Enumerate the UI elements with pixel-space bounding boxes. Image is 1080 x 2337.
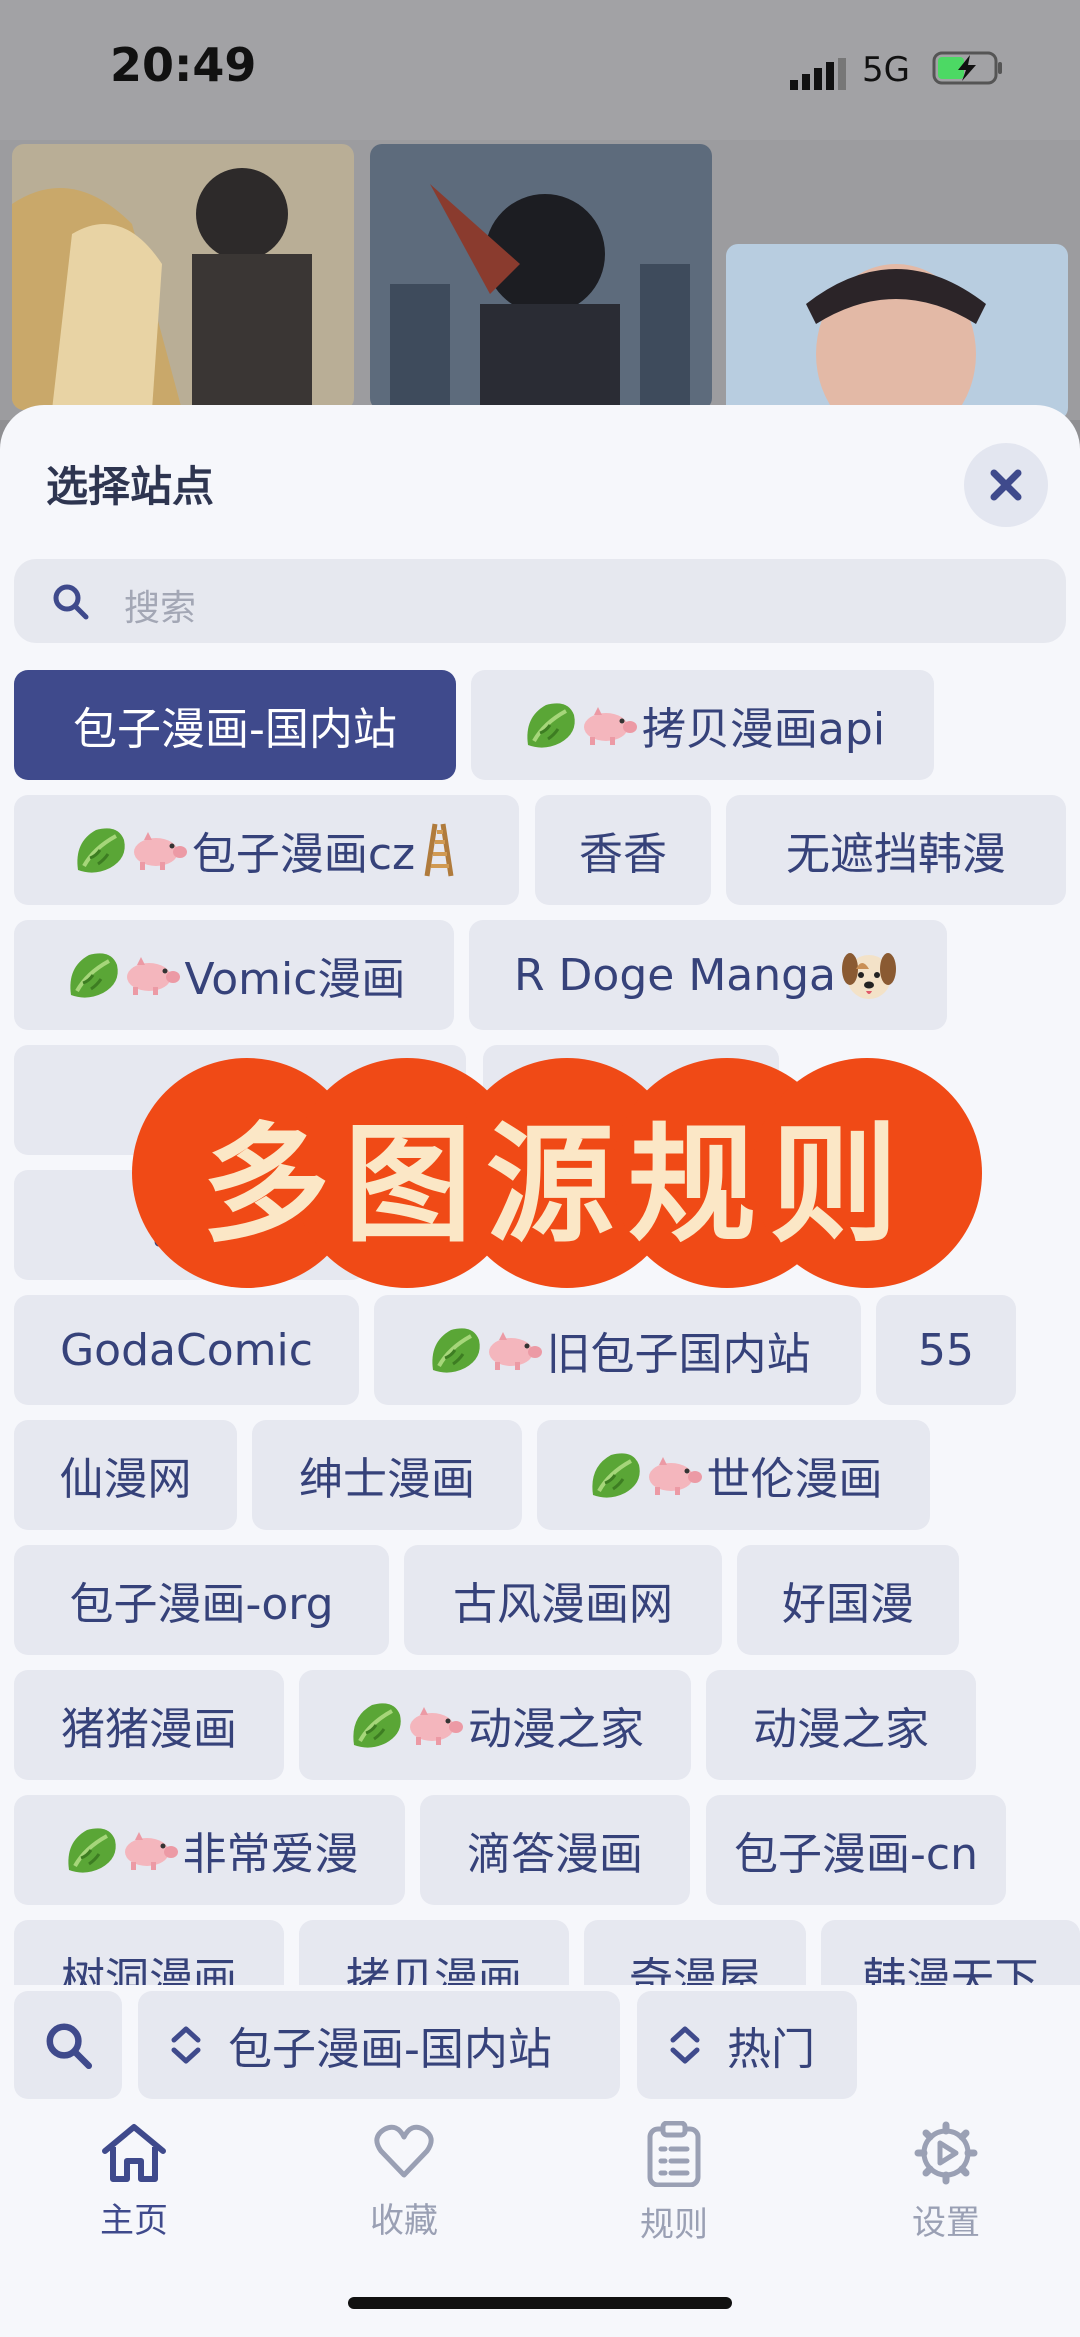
category-selector-button[interactable]: 热门 — [637, 1991, 857, 2099]
site-chip-label: 非常爱漫 — [182, 1829, 359, 1880]
clipboard-icon — [647, 2121, 701, 2187]
tab-rules[interactable]: 规则 — [594, 2121, 754, 2246]
site-chip-label: 仙漫网 — [59, 1454, 192, 1505]
tab-home[interactable]: 主页 — [54, 2121, 214, 2242]
search-placeholder: 搜索 — [124, 588, 197, 629]
manga-cover[interactable] — [726, 244, 1068, 420]
site-chip[interactable]: 旧包子国内站 — [374, 1295, 861, 1405]
site-chip[interactable]: 动漫之家 — [299, 1670, 691, 1780]
site-chip[interactable]: 绅士漫画 — [252, 1420, 522, 1530]
site-chip[interactable]: 动漫之家 — [706, 1670, 976, 1780]
site-selector-button[interactable]: 包子漫画-国内站 — [138, 1991, 620, 2099]
bottom-action-bar: 包子漫画-国内站 热门 — [0, 1985, 1080, 2105]
close-icon — [990, 469, 1022, 501]
tab-favorites[interactable]: 收藏 — [324, 2121, 484, 2242]
heart-icon — [374, 2124, 434, 2178]
site-chip[interactable]: 包子漫画-org — [14, 1545, 389, 1655]
home-icon — [102, 2124, 166, 2182]
site-chip[interactable]: Vomic漫画 — [14, 920, 454, 1030]
sheet-title: 选择站点 — [46, 462, 215, 511]
site-chip[interactable]: 香香 — [535, 795, 711, 905]
site-chip-label: 绅士漫画 — [299, 1454, 475, 1505]
lettuce-pig-emoji-icon — [70, 822, 188, 878]
site-chip[interactable]: GodaComic — [14, 1295, 359, 1405]
ladder-emoji-icon — [419, 822, 459, 878]
site-chip[interactable]: 仙漫网 — [14, 1420, 237, 1530]
manga-cover[interactable] — [370, 144, 712, 410]
site-chip[interactable]: 猪猪漫画 — [14, 1670, 284, 1780]
site-chip-label: GodaComic — [60, 1324, 313, 1376]
site-chip-selected[interactable]: 包子漫画-国内站 — [14, 670, 456, 780]
site-chip[interactable]: 包子漫画-cn — [706, 1795, 1006, 1905]
banner-text: 多图源规则 — [201, 1110, 912, 1260]
battery-charging-icon — [932, 51, 1002, 85]
tab-label: 主页 — [100, 2201, 168, 2241]
promo-banner: 多图源规则 — [132, 1058, 982, 1288]
tab-settings[interactable]: 设置 — [866, 2121, 1026, 2244]
home-indicator — [348, 2297, 732, 2309]
site-chip-label: Vomic漫画 — [184, 954, 406, 1005]
site-chip-label: 无遮挡韩漫 — [786, 829, 1006, 880]
site-chip-label: 拷贝漫画api — [641, 704, 886, 755]
manga-cover-strip — [0, 140, 1080, 420]
search-field[interactable]: 搜索 — [14, 559, 1066, 643]
site-chip-label: 包子漫画-org — [69, 1579, 334, 1630]
site-chip[interactable]: 古风漫画网 — [404, 1545, 722, 1655]
site-chip[interactable]: R Doge Manga — [469, 920, 947, 1030]
site-chip[interactable]: 拷贝漫画api — [471, 670, 934, 780]
site-selector-label: 包子漫画-国内站 — [228, 2024, 552, 2075]
tab-label: 设置 — [912, 2203, 980, 2243]
site-chip[interactable]: 滴答漫画 — [420, 1795, 690, 1905]
chevron-up-down-icon — [171, 2026, 201, 2064]
site-chip-label: 包子漫画cz — [191, 829, 416, 880]
dog-emoji-icon — [840, 947, 898, 1003]
lettuce-pig-emoji-icon — [585, 1447, 703, 1503]
close-button[interactable] — [964, 443, 1048, 527]
site-chip-label: 古风漫画网 — [453, 1579, 673, 1630]
search-icon — [53, 584, 89, 620]
tab-label: 收藏 — [370, 2201, 438, 2241]
chevron-up-down-icon — [670, 2026, 700, 2064]
category-selector-label: 热门 — [727, 2024, 815, 2075]
site-chip[interactable]: 非常爱漫 — [14, 1795, 405, 1905]
site-chip[interactable]: 好国漫 — [737, 1545, 959, 1655]
site-chip[interactable]: 55 — [876, 1295, 1016, 1405]
site-chip[interactable]: 包子漫画cz — [14, 795, 519, 905]
status-bar: 20:49 5G — [0, 0, 1080, 140]
site-chip-label: 滴答漫画 — [467, 1829, 643, 1880]
lettuce-pig-emoji-icon — [346, 1697, 464, 1753]
search-icon — [46, 2023, 93, 2070]
lettuce-pig-emoji-icon — [61, 1822, 179, 1878]
site-chip-label: 世伦漫画 — [706, 1454, 883, 1505]
lettuce-pig-emoji-icon — [425, 1322, 543, 1378]
lettuce-pig-emoji-icon — [63, 947, 181, 1003]
lettuce-pig-emoji-icon — [520, 697, 638, 753]
site-chip-label: 香香 — [579, 829, 667, 880]
status-time: 20:49 — [110, 38, 257, 92]
site-chip[interactable]: 世伦漫画 — [537, 1420, 930, 1530]
site-chip[interactable]: 无遮挡韩漫 — [726, 795, 1066, 905]
search-button[interactable] — [14, 1991, 122, 2099]
tab-label: 规则 — [640, 2205, 708, 2245]
site-chip-label: 包子漫画-cn — [734, 1829, 978, 1880]
site-chip-label: 55 — [918, 1324, 974, 1376]
gear-icon — [914, 2121, 978, 2185]
site-chip-label: 好国漫 — [782, 1579, 914, 1630]
signal-icon — [790, 58, 846, 90]
site-chip-label: R Doge Manga — [513, 949, 837, 1001]
manga-cover[interactable] — [12, 144, 354, 410]
site-chip-label: 包子漫画-国内站 — [73, 704, 397, 755]
network-type: 5G — [862, 50, 910, 90]
site-chip-label: 猪猪漫画 — [61, 1704, 237, 1755]
site-chip-label: 动漫之家 — [753, 1704, 929, 1755]
site-chip-label: 动漫之家 — [468, 1704, 644, 1755]
site-chip-label: 旧包子国内站 — [546, 1329, 811, 1380]
